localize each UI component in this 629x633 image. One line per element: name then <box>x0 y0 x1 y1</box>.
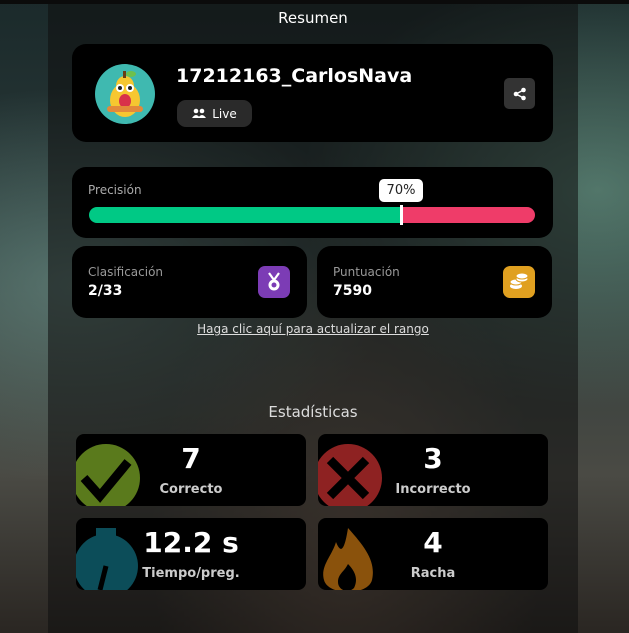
stat-time-label: Tiempo/preg. <box>142 566 240 581</box>
stats-heading: Estadísticas <box>268 403 358 421</box>
score-value: 7590 <box>333 283 372 299</box>
stat-correct: 7 Correcto <box>76 434 306 506</box>
score-card: Puntuación 7590 <box>317 246 552 318</box>
accuracy-label: Precisión <box>88 183 142 197</box>
stat-time-per-question: 12.2 s Tiempo/preg. <box>76 518 306 590</box>
group-icon <box>192 107 207 121</box>
accuracy-bar-correct <box>89 207 401 223</box>
stat-incorrect-value: 3 <box>423 442 443 475</box>
accuracy-bar-marker <box>400 205 403 225</box>
score-label: Puntuación <box>333 265 400 279</box>
page-title: Resumen <box>278 9 348 27</box>
username: 17212163_CarlosNava <box>176 65 413 87</box>
stat-correct-label: Correcto <box>159 482 223 497</box>
stat-incorrect-label: Incorrecto <box>395 482 471 497</box>
rank-label: Clasificación <box>88 265 164 279</box>
refresh-rank-link[interactable]: Haga clic aquí para actualizar el rango <box>48 322 578 336</box>
stat-streak-value: 4 <box>423 526 443 559</box>
share-button[interactable] <box>504 78 535 109</box>
share-icon <box>513 87 526 100</box>
stat-time-value: 12.2 s <box>143 526 239 559</box>
rank-card: Clasificación 2/33 <box>72 246 307 318</box>
accuracy-bar-incorrect <box>401 207 535 223</box>
medal-icon <box>258 266 290 298</box>
stat-incorrect: 3 Incorrecto <box>318 434 548 506</box>
live-mode-badge: Live <box>177 100 252 127</box>
live-label: Live <box>212 106 237 121</box>
coins-icon <box>503 266 535 298</box>
profile-card: 17212163_CarlosNava Live <box>72 44 553 142</box>
accuracy-percent-bubble: 70% <box>379 179 423 202</box>
rank-value: 2/33 <box>88 283 123 299</box>
pear-avatar-icon <box>95 64 155 124</box>
stat-streak: 4 Racha <box>318 518 548 590</box>
stat-correct-value: 7 <box>181 442 201 475</box>
stat-streak-label: Racha <box>410 566 456 581</box>
accuracy-card: Precisión 70% <box>72 167 553 238</box>
